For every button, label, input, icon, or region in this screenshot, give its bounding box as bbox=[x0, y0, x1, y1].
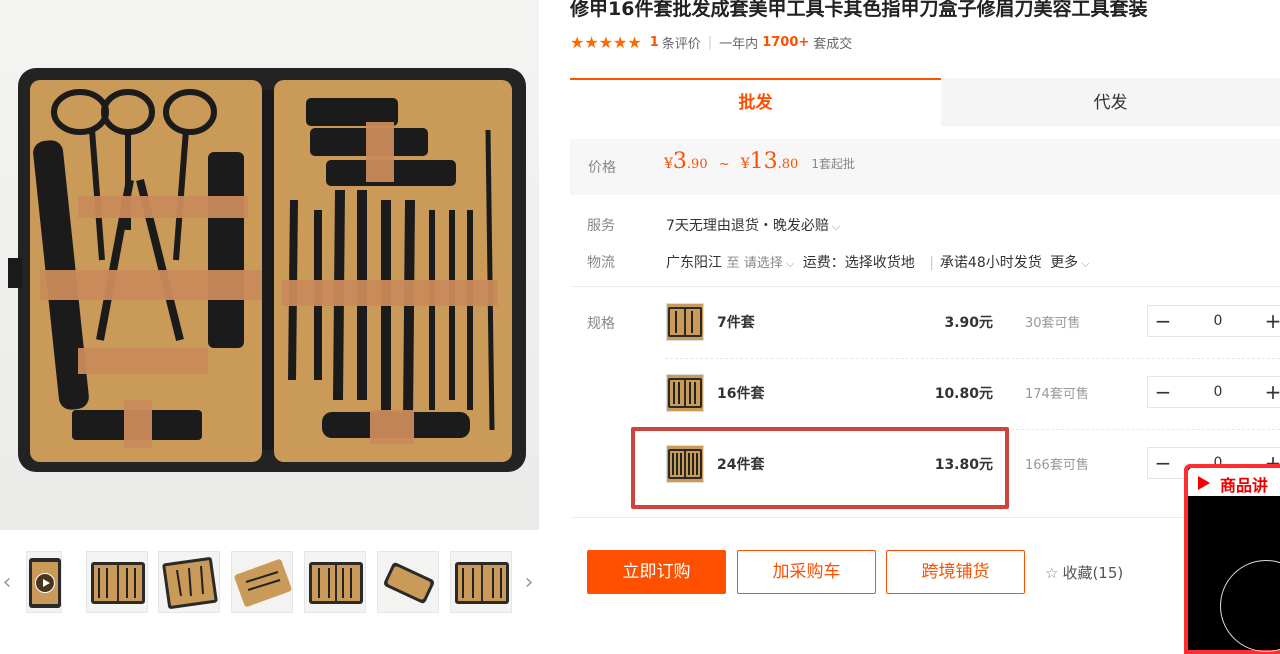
sku-price: 10.80元 bbox=[934, 386, 993, 402]
destination-select[interactable]: 请选择 bbox=[744, 256, 783, 271]
review-count[interactable]: 1 bbox=[650, 35, 659, 50]
min-order: 1套起批 bbox=[811, 157, 856, 171]
sku-stock: 174套可售 bbox=[1025, 387, 1089, 402]
review-label[interactable]: 条评价 bbox=[662, 33, 701, 52]
sku-stock: 30套可售 bbox=[1025, 316, 1081, 331]
shipping-promise: 承诺48小时发货 bbox=[939, 255, 1042, 271]
chevron-down-icon: ⌵ bbox=[831, 220, 841, 233]
buy-now-button[interactable]: 立即订购 bbox=[587, 550, 726, 594]
freight-info: 运费：选择收货地 bbox=[802, 255, 915, 271]
logistics-row: 物流 广东阳江 至 请选择 ⌵ 运费：选择收货地 | 承诺48小时发货 更多 ⌵ bbox=[570, 250, 1280, 272]
cross-border-distribute-button[interactable]: 跨境铺货 bbox=[886, 550, 1025, 594]
thumbnail-4[interactable] bbox=[304, 551, 366, 613]
selected-sku-highlight bbox=[631, 427, 1009, 509]
logistics-label: 物流 bbox=[587, 255, 615, 271]
decrement-button[interactable]: − bbox=[1148, 377, 1178, 407]
thumbnail-2[interactable] bbox=[158, 551, 220, 613]
decrement-button[interactable]: − bbox=[1148, 448, 1178, 478]
thumbnail-strip: ‹ › bbox=[0, 546, 545, 620]
spec-label: 规格 bbox=[587, 316, 615, 332]
sku-name: 7件套 bbox=[717, 315, 755, 331]
origin-city: 广东阳江 bbox=[666, 255, 722, 271]
quantity-stepper: − 0 + bbox=[1147, 376, 1280, 408]
product-video-widget[interactable]: 商品讲 bbox=[1184, 464, 1280, 654]
price-label: 价格 bbox=[588, 160, 616, 176]
rating-row: ★★★★★ 1 条评价 | 一年内 1700+ 套成交 bbox=[570, 32, 852, 52]
sku-stock: 166套可售 bbox=[1025, 458, 1089, 473]
product-title: 修甲16件套批发成套美甲工具卡其色指甲刀盒子修眉刀美容工具套装 bbox=[570, 0, 1148, 20]
chevron-down-icon[interactable]: ⌵ bbox=[786, 257, 794, 270]
favorite-button[interactable]: ☆ 收藏(15) bbox=[1045, 562, 1123, 583]
sku-name: 16件套 bbox=[717, 386, 765, 402]
divider bbox=[570, 517, 1280, 518]
tab-dropship[interactable]: 代发 bbox=[941, 78, 1280, 126]
price-box: 价格 ¥3.90 ~ ¥13.80 1套起批 bbox=[570, 139, 1280, 195]
increment-button[interactable]: + bbox=[1258, 377, 1280, 407]
thumbnail-prev-arrow[interactable]: ‹ bbox=[0, 566, 14, 600]
purchase-mode-tabs: 批发 代发 bbox=[570, 78, 1280, 126]
service-dropdown[interactable]: 7天无理由退货・晚发必赔 ⌵ bbox=[666, 215, 840, 235]
thumbnail-5[interactable] bbox=[377, 551, 439, 613]
main-product-image[interactable] bbox=[0, 0, 539, 530]
add-to-cart-button[interactable]: 加采购车 bbox=[737, 550, 876, 594]
sku-thumbnail[interactable] bbox=[666, 303, 704, 341]
video-loading-ring bbox=[1220, 560, 1280, 652]
tab-wholesale[interactable]: 批发 bbox=[570, 78, 941, 126]
deal-label: 套成交 bbox=[813, 36, 853, 52]
quantity-input[interactable]: 0 bbox=[1182, 377, 1254, 407]
quantity-stepper: − 0 + bbox=[1147, 305, 1280, 337]
thumbnail-3[interactable] bbox=[231, 551, 293, 613]
play-icon bbox=[35, 573, 55, 593]
manicure-kit-illustration bbox=[8, 68, 526, 472]
period-label: 一年内 bbox=[719, 36, 759, 52]
service-label: 服务 bbox=[587, 218, 615, 234]
thumbnail-video[interactable] bbox=[26, 551, 62, 613]
increment-button[interactable]: + bbox=[1258, 306, 1280, 336]
star-rating-icon: ★★★★★ bbox=[570, 32, 642, 52]
logistics-more[interactable]: 更多 bbox=[1050, 255, 1078, 271]
sku-price: 3.90元 bbox=[944, 315, 993, 331]
quantity-input[interactable]: 0 bbox=[1182, 306, 1254, 336]
play-icon bbox=[1198, 476, 1210, 490]
divider bbox=[570, 286, 1280, 287]
price-range: ¥3.90 ~ ¥13.80 1套起批 bbox=[664, 149, 856, 174]
thumbnail-1[interactable] bbox=[86, 551, 148, 613]
thumbnail-6[interactable] bbox=[450, 551, 512, 613]
sku-row: 7件套 3.90元 30套可售 − 0 + bbox=[665, 298, 1280, 359]
video-widget-label: 商品讲 bbox=[1220, 476, 1269, 495]
divider: | bbox=[707, 34, 713, 50]
sku-thumbnail[interactable] bbox=[666, 374, 704, 412]
thumbnail-next-arrow[interactable]: › bbox=[522, 566, 536, 600]
star-outline-icon: ☆ bbox=[1045, 564, 1059, 582]
sku-row: 16件套 10.80元 174套可售 − 0 + bbox=[665, 369, 1280, 430]
decrement-button[interactable]: − bbox=[1148, 306, 1178, 336]
favorite-label: 收藏(15) bbox=[1062, 564, 1124, 582]
chevron-down-icon[interactable]: ⌵ bbox=[1081, 257, 1089, 270]
video-widget-header: 商品讲 bbox=[1188, 468, 1280, 496]
deal-count: 1700+ bbox=[762, 34, 810, 50]
